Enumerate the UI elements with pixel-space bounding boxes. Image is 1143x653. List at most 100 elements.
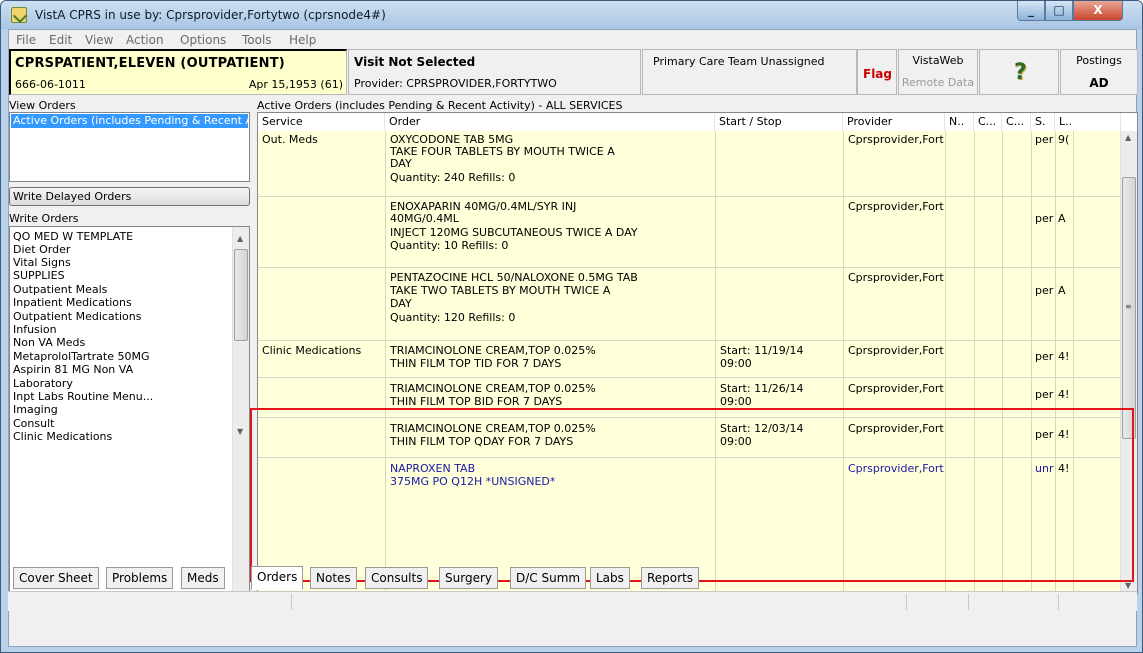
orders-scrollbar[interactable]: ▲ ≡ ▼ [1120, 131, 1137, 593]
status-bar [8, 591, 1137, 611]
close-button[interactable]: X [1073, 1, 1123, 21]
cell-location: 4! [1058, 429, 1070, 440]
col-divider [1073, 131, 1074, 593]
col-header-location[interactable]: L.. [1055, 113, 1121, 131]
write-order-item[interactable]: Non VA Meds [13, 337, 85, 348]
menu-view[interactable]: View [85, 33, 113, 47]
write-order-item[interactable]: Consult [13, 418, 54, 429]
tab-problems[interactable]: Problems [106, 567, 174, 589]
write-orders-scrollbar[interactable]: ▲ ▼ [232, 227, 249, 594]
minimize-button[interactable]: _ [1017, 1, 1045, 21]
tab-cover-sheet[interactable]: Cover Sheet [13, 567, 99, 589]
cell-status: per [1035, 429, 1054, 440]
write-order-item[interactable]: Infusion [13, 324, 57, 335]
scroll-grip-icon: ≡ [1125, 302, 1132, 311]
visit-info-button[interactable]: Visit Not Selected Provider: CPRSPROVIDE… [348, 49, 641, 95]
tab-orders[interactable]: Orders [251, 566, 304, 590]
col-header-clerk[interactable]: C... [974, 113, 1002, 131]
title-bar[interactable]: VistA CPRS in use by: Cprsprovider,Forty… [1, 1, 1142, 29]
menu-tools[interactable]: Tools [242, 33, 272, 47]
write-delayed-orders-button[interactable]: Write Delayed Orders [9, 187, 250, 206]
view-orders-list[interactable]: Active Orders (includes Pending & Recent… [9, 112, 250, 182]
cell-provider: Cprsprovider,Fortyt [848, 201, 944, 212]
row-divider [258, 196, 1121, 197]
view-orders-label: View Orders [9, 99, 76, 112]
cell-order-line: Quantity: 240 Refills: 0 [390, 172, 516, 183]
menu-file[interactable]: File [16, 33, 36, 47]
tab-reports[interactable]: Reports [641, 567, 700, 589]
write-order-item[interactable]: Outpatient Medications [13, 311, 141, 322]
write-order-item[interactable]: Clinic Medications [13, 431, 112, 442]
cell-order-line: Quantity: 10 Refills: 0 [390, 240, 509, 251]
primary-care-button[interactable]: Primary Care Team Unassigned [642, 49, 857, 95]
orders-title: Active Orders (includes Pending & Recent… [257, 99, 623, 112]
menu-options[interactable]: Options [180, 33, 226, 47]
menu-bar: File Edit View Action Options Tools Help [9, 30, 1136, 49]
write-orders-list[interactable]: QO MED W TEMPLATE Diet Order Vital Signs… [9, 226, 250, 595]
write-orders-label: Write Orders [9, 212, 79, 225]
tab-surgery[interactable]: Surgery [439, 567, 498, 589]
cell-order-line: THIN FILM TOP QDAY FOR 7 DAYS [390, 436, 574, 447]
scroll-up-icon[interactable]: ▲ [1125, 133, 1131, 142]
row-divider [258, 417, 1121, 418]
col-header-provider[interactable]: Provider [843, 113, 945, 131]
write-order-item[interactable]: Outpatient Meals [13, 284, 107, 295]
visit-status: Visit Not Selected [354, 55, 476, 69]
flag-button[interactable]: Flag [857, 49, 897, 95]
scroll-thumb[interactable] [234, 249, 248, 341]
tab-meds[interactable]: Meds [181, 567, 225, 589]
row-divider [258, 340, 1121, 341]
write-order-item[interactable]: MetaprololTartrate 50MG [13, 351, 149, 362]
tab-notes[interactable]: Notes [310, 567, 357, 589]
write-order-item[interactable]: Laboratory [13, 378, 73, 389]
maximize-button[interactable]: □ [1045, 1, 1073, 21]
cell-provider: Cprsprovider,Fortyt [848, 423, 944, 434]
postings-button[interactable]: Postings AD [1060, 49, 1138, 95]
col-header-nurse[interactable]: N.. [945, 113, 974, 131]
menu-edit[interactable]: Edit [49, 33, 72, 47]
write-order-item[interactable]: Vital Signs [13, 257, 71, 268]
write-order-item[interactable]: SUPPLIES [13, 270, 65, 281]
orders-grid[interactable]: Service Order Start / Stop Provider N.. … [257, 112, 1138, 594]
cell-order-line: NAPROXEN TAB [390, 463, 476, 474]
cell-location: 9( [1058, 134, 1070, 145]
cell-location: 4! [1058, 351, 1070, 362]
cell-provider: Cprsprovider,Fortyt [848, 383, 944, 394]
patient-info-button[interactable]: CPRSPATIENT,ELEVEN (OUTPATIENT) 666-06-1… [9, 49, 347, 95]
cell-provider: Cprsprovider,Fortyt [848, 345, 944, 356]
menu-action[interactable]: Action [126, 33, 164, 47]
cell-order-line: TAKE FOUR TABLETS BY MOUTH TWICE A [390, 146, 615, 157]
col-divider [1002, 131, 1003, 593]
view-orders-selected-item[interactable]: Active Orders (includes Pending & Recent… [11, 114, 248, 128]
col-header-chart[interactable]: C... [1002, 113, 1031, 131]
write-order-item[interactable]: QO MED W TEMPLATE [13, 231, 133, 242]
vistaweb-button[interactable]: VistaWeb Remote Data [898, 49, 978, 95]
tab-labs[interactable]: Labs [590, 567, 630, 589]
col-divider [715, 131, 716, 593]
scroll-down-icon[interactable]: ▼ [237, 427, 243, 436]
col-divider [974, 131, 975, 593]
scroll-up-icon[interactable]: ▲ [237, 234, 243, 243]
tab-consults[interactable]: Consults [365, 567, 429, 589]
status-divider [291, 594, 292, 610]
patient-ssn: 666-06-1011 [15, 78, 86, 91]
menu-help[interactable]: Help [289, 33, 316, 47]
cell-start-time: 09:00 [720, 436, 752, 447]
tab-dc-summ[interactable]: D/C Summ [510, 567, 587, 589]
help-button[interactable]: ? [979, 49, 1059, 95]
cell-status: unr [1035, 463, 1054, 474]
col-header-order[interactable]: Order [385, 113, 715, 131]
write-order-item[interactable]: Aspirin 81 MG Non VA [13, 364, 133, 375]
write-order-item[interactable]: Inpatient Medications [13, 297, 132, 308]
remote-data-label: Remote Data [901, 76, 975, 89]
row-divider [258, 457, 1121, 458]
col-divider [1031, 131, 1032, 593]
write-order-item[interactable]: Imaging [13, 404, 58, 415]
col-header-start-stop[interactable]: Start / Stop [715, 113, 843, 131]
cell-start: Start: 11/19/14 [720, 345, 804, 356]
col-header-status[interactable]: S. [1031, 113, 1055, 131]
write-order-item[interactable]: Diet Order [13, 244, 70, 255]
postings-label: Postings [1076, 54, 1122, 67]
col-header-service[interactable]: Service [258, 113, 385, 131]
write-order-item[interactable]: Inpt Labs Routine Menu... [13, 391, 153, 402]
